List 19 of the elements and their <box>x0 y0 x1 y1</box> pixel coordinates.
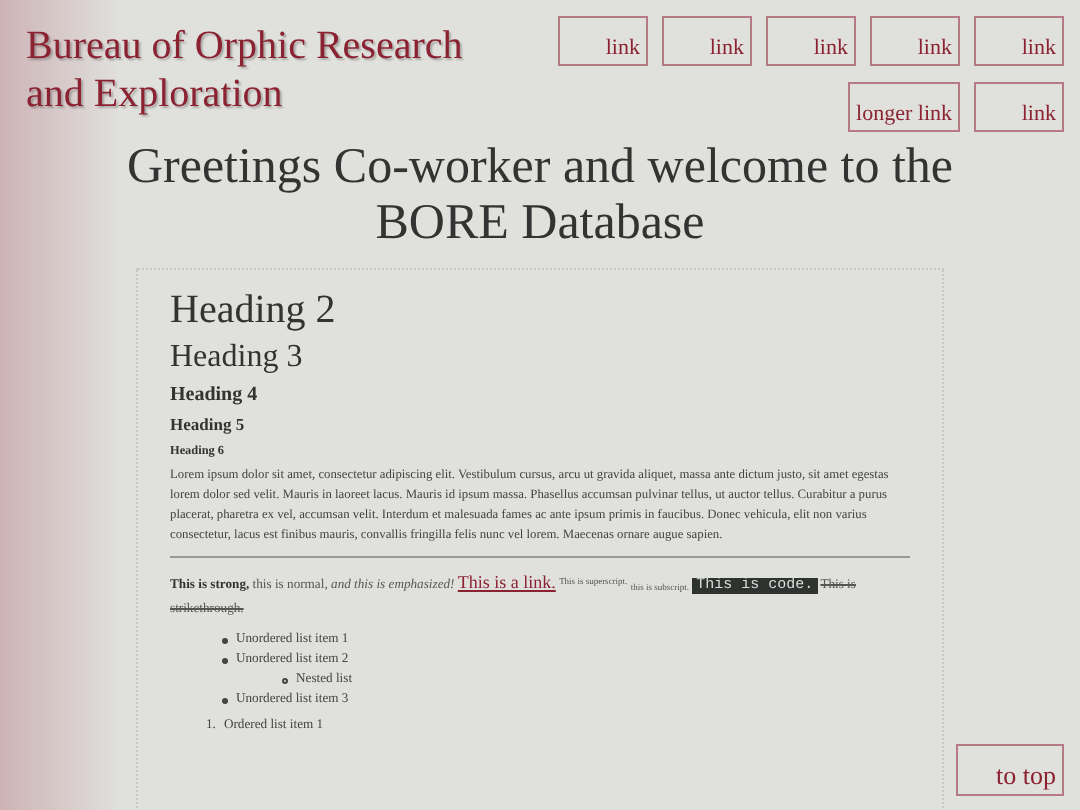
nav-link[interactable]: link <box>662 16 752 66</box>
nav-link[interactable]: link <box>870 16 960 66</box>
heading: Heading 2 <box>170 286 338 334</box>
nav-link[interactable]: link <box>766 16 856 66</box>
heading: Heading 3 <box>170 338 305 378</box>
nav-link[interactable]: link <box>558 16 648 66</box>
nav-link[interactable]: longer link <box>848 82 960 132</box>
to-top-button[interactable]: to top <box>956 744 1064 796</box>
bullet-icon <box>222 637 228 643</box>
page-heading: Greetings Co-worker and welcome to the BORE Database <box>124 140 956 252</box>
heading: Heading 5 <box>170 414 247 436</box>
bullet-icon <box>222 657 228 663</box>
bullet-icon <box>222 697 228 703</box>
heading: Heading 4 <box>170 382 260 408</box>
bullet-icon <box>282 677 288 683</box>
inline-link[interactable]: This is a link. <box>457 572 556 592</box>
nav-link[interactable]: link <box>974 16 1064 66</box>
site-title: Bureau of Orphic Research and Exploration <box>26 22 465 120</box>
nav-link[interactable]: link <box>974 82 1064 132</box>
